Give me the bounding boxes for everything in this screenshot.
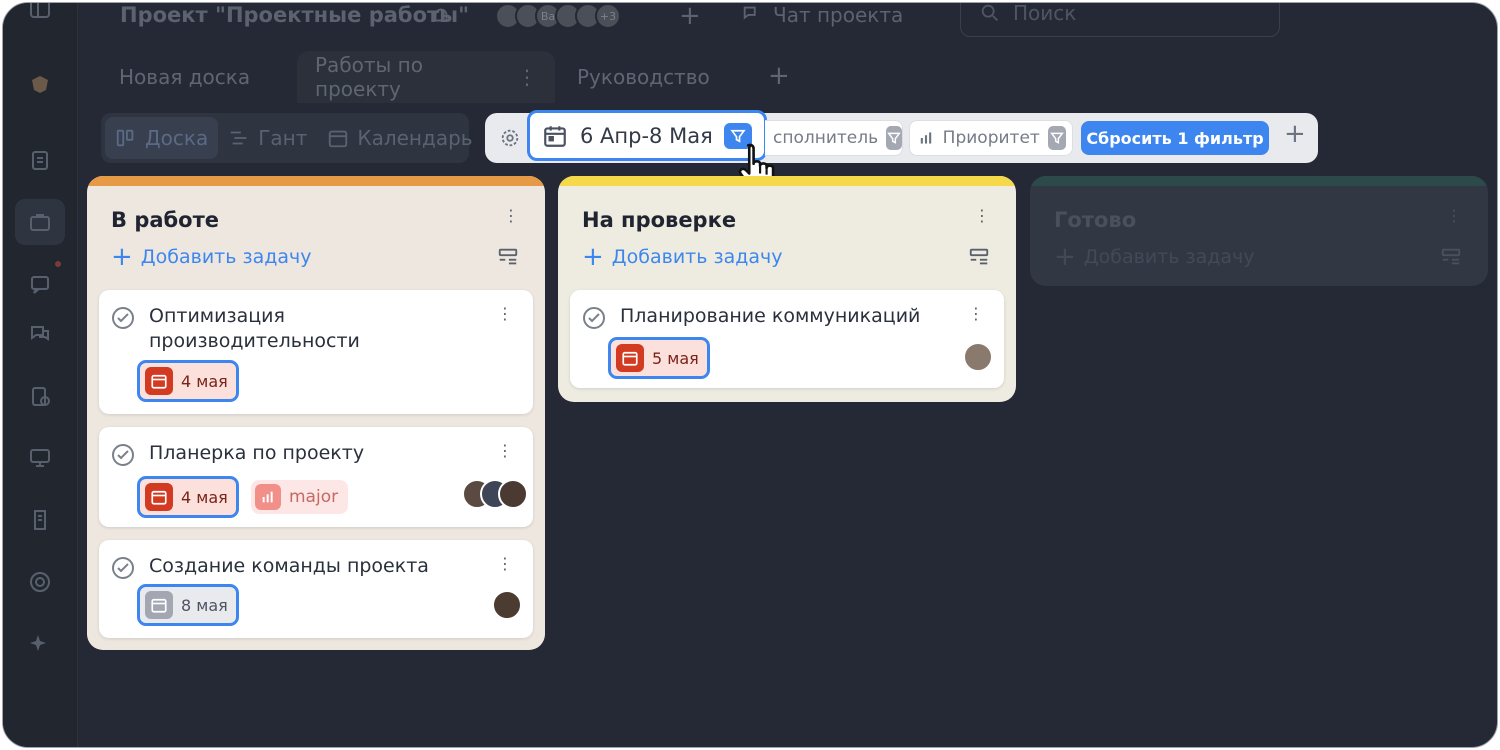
add-tab-button[interactable]: + [768, 61, 790, 91]
view-switcher: Доска Гант Календарь [101, 113, 473, 163]
calendar-icon [145, 483, 173, 511]
document-icon[interactable] [25, 505, 55, 535]
assignee-filter-label: сполнитель [773, 128, 879, 148]
due-date-badge[interactable]: 5 мая [608, 337, 710, 379]
date-range-filter[interactable]: 6 Апр-8 Мая [527, 110, 767, 161]
funnel-icon[interactable] [1047, 126, 1066, 150]
tab-new-board[interactable]: Новая доска [119, 51, 250, 103]
check-circle-icon[interactable] [111, 443, 135, 471]
card-menu-icon[interactable]: ⋮ [968, 304, 984, 323]
board-icon [116, 129, 134, 147]
task-card[interactable]: Оптимизация производительности ⋮ 4 мая [99, 290, 533, 414]
check-circle-icon[interactable] [111, 556, 135, 584]
gantt-icon [230, 131, 247, 145]
add-member-button[interactable]: + [679, 3, 701, 31]
gear-icon[interactable] [499, 127, 521, 153]
tab-menu-icon[interactable]: ⋮ [517, 65, 537, 89]
add-task-button[interactable]: + Добавить задачу [111, 244, 311, 270]
column-accent-bar [1030, 176, 1488, 186]
card-menu-icon[interactable]: ⋮ [497, 554, 513, 573]
priority-bars-icon [920, 132, 932, 144]
add-task-button[interactable]: + Добавить задачу [582, 244, 782, 270]
column-in-progress: В работе ⋮ + Добавить задачу Оптимизация … [87, 176, 545, 650]
task-title: Планирование коммуникаций [620, 305, 921, 327]
check-circle-icon[interactable] [582, 306, 606, 334]
sparkle-icon[interactable] [25, 629, 55, 659]
template-icon[interactable] [1440, 246, 1462, 272]
task-card[interactable]: Создание команды проекта ⋮ 8 мая [99, 540, 533, 638]
avatar[interactable] [963, 342, 993, 372]
assignee-filter[interactable]: сполнитель [765, 120, 903, 156]
avatars-more-count: +3 [595, 3, 621, 29]
priority-badge[interactable]: major [251, 480, 349, 514]
app-window: Проект "Проектные работы" Ва +3 + Чат пр… [2, 2, 1498, 748]
column-done: Готово ⋮ + Добавить задачу [1030, 176, 1488, 286]
bell-icon[interactable] [430, 5, 452, 31]
calendar-icon [616, 344, 644, 372]
add-filter-button[interactable]: + [1284, 119, 1306, 149]
calendar-icon [329, 130, 348, 148]
view-gantt-button[interactable]: Гант [218, 117, 317, 159]
calendar-icon [544, 125, 566, 147]
priority-filter[interactable]: Приоритет [909, 120, 1073, 156]
avatar[interactable] [492, 590, 522, 620]
template-icon[interactable] [497, 246, 519, 272]
add-task-button[interactable]: + Добавить задачу [1054, 244, 1254, 270]
filter-bar: 6 Апр-8 Мая сполнитель Приоритет Сбросит… [485, 110, 1318, 163]
tab-project-works[interactable]: Работы по проекту ⋮ [297, 51, 555, 103]
column-menu-icon[interactable]: ⋮ [1446, 206, 1462, 225]
task-card[interactable]: Планирование коммуникаций ⋮ 5 мая [570, 290, 1004, 388]
column-review: На проверке ⋮ + Добавить задачу Планирова… [558, 176, 1016, 402]
task-title: Оптимизация производительности [149, 305, 360, 352]
column-title: Готово [1054, 208, 1137, 232]
view-calendar-button[interactable]: Календарь [317, 117, 482, 159]
task-card[interactable]: Планерка по проекту ⋮ 4 мая major [99, 427, 533, 527]
column-title: На проверке [582, 208, 737, 232]
funnel-icon[interactable] [886, 126, 902, 150]
projects-icon[interactable] [15, 199, 65, 245]
tasks-icon[interactable] [25, 145, 55, 175]
chat-label: Чат проекта [773, 3, 904, 27]
card-menu-icon[interactable]: ⋮ [497, 304, 513, 323]
task-title: Планерка по проекту [149, 442, 365, 464]
column-menu-icon[interactable]: ⋮ [974, 206, 990, 225]
messages-icon[interactable] [25, 269, 55, 299]
discussions-icon[interactable] [25, 319, 55, 349]
project-chat-link[interactable]: Чат проекта [741, 3, 903, 27]
clipboard-clock-icon[interactable] [25, 381, 55, 411]
task-title: Создание команды проекта [149, 555, 429, 577]
chat-icon [743, 6, 756, 20]
column-accent-bar [558, 176, 1016, 186]
project-title: Проект "Проектные работы" [120, 3, 470, 27]
panel-toggle-icon[interactable] [25, 3, 55, 23]
search-input[interactable]: Поиск [960, 2, 1280, 37]
view-board-button[interactable]: Доска [105, 117, 219, 159]
search-placeholder: Поиск [1013, 2, 1077, 25]
card-menu-icon[interactable]: ⋮ [497, 441, 513, 460]
avatar[interactable] [498, 479, 528, 509]
check-circle-icon[interactable] [111, 306, 135, 334]
due-date-badge[interactable]: 4 мая [137, 360, 239, 402]
template-icon[interactable] [968, 246, 990, 272]
due-date-badge[interactable]: 8 мая [137, 584, 239, 626]
monitor-icon[interactable] [25, 443, 55, 473]
priority-filter-label: Приоритет [942, 128, 1040, 148]
column-title: В работе [111, 208, 220, 232]
priority-bars-icon [255, 484, 281, 510]
column-menu-icon[interactable]: ⋮ [503, 206, 519, 225]
left-sidebar [3, 3, 78, 747]
date-range-value: 6 Апр-8 Мая [580, 123, 713, 148]
member-avatars[interactable]: Ва +3 [495, 3, 621, 29]
tab-management[interactable]: Руководство [577, 51, 710, 103]
calendar-icon [145, 591, 173, 619]
reset-filter-button[interactable]: Сбросить 1 фильтр [1081, 121, 1269, 155]
notification-dot [55, 261, 61, 267]
column-accent-bar [87, 176, 545, 186]
calendar-icon [145, 367, 173, 395]
due-date-badge[interactable]: 4 мая [137, 476, 239, 518]
search-icon [981, 4, 998, 21]
workspace-logo-icon[interactable] [25, 69, 55, 99]
support-icon[interactable] [25, 567, 55, 597]
